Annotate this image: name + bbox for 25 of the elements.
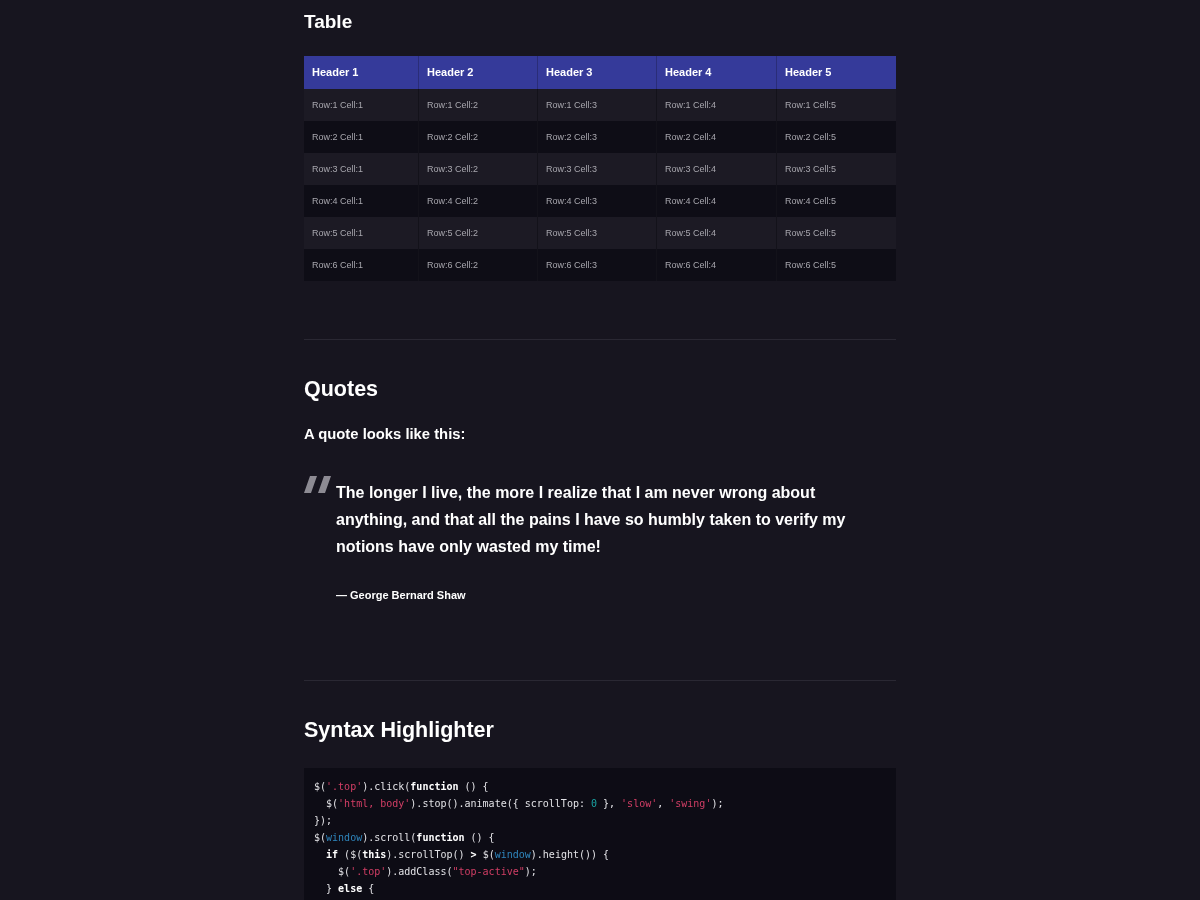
code-line: }); xyxy=(314,814,334,828)
code-line: if ($(this).scrollTop() > $(window).height()) { xyxy=(325,848,611,862)
code-line: $('html, body').stop().animate({ scrollTop: 0 }, 'slow', 'swing'); xyxy=(325,797,725,811)
table-cell-text: Row:5 Cell:5 xyxy=(784,227,838,240)
section-heading: Quotes xyxy=(304,376,379,402)
quote-text: The longer I live, the more I realize that I am never wrong about anything, and that all the pains I have so humbly taken to verify my notions have only wasted my time! xyxy=(336,483,847,557)
table-header-cell-text: Header 5 xyxy=(784,65,833,80)
code-line: } else { xyxy=(325,882,376,896)
table-cell: Row:6 Cell:1 xyxy=(304,249,419,281)
table-cell-text: Row:2 Cell:5 xyxy=(784,131,838,144)
code-line: $(window).scroll(function () { xyxy=(314,831,496,845)
code-line: $('.top').click(function () { xyxy=(314,780,490,794)
table-cell-text: Row:3 Cell:5 xyxy=(784,163,838,176)
code-line: $('.top').addClass("top-active"); xyxy=(337,865,538,879)
table-cell: Row:6 Cell:2 xyxy=(419,249,538,281)
table-cell-text: Row:1 Cell:5 xyxy=(784,99,838,112)
table-cell: Row:6 Cell:4 xyxy=(657,249,777,281)
section-heading: Syntax Highlighter xyxy=(304,717,494,743)
quote-author: — George Bernard Shaw xyxy=(336,588,466,603)
table-cell: Row:6 Cell:3 xyxy=(538,249,657,281)
quote-mark-icon xyxy=(304,476,332,493)
table-cell-text: Row:6 Cell:5 xyxy=(784,259,838,272)
intro-text: A quote looks like this: xyxy=(304,425,466,444)
section-heading: Table xyxy=(304,10,353,34)
table-cell-text: Row:4 Cell:5 xyxy=(784,195,838,208)
